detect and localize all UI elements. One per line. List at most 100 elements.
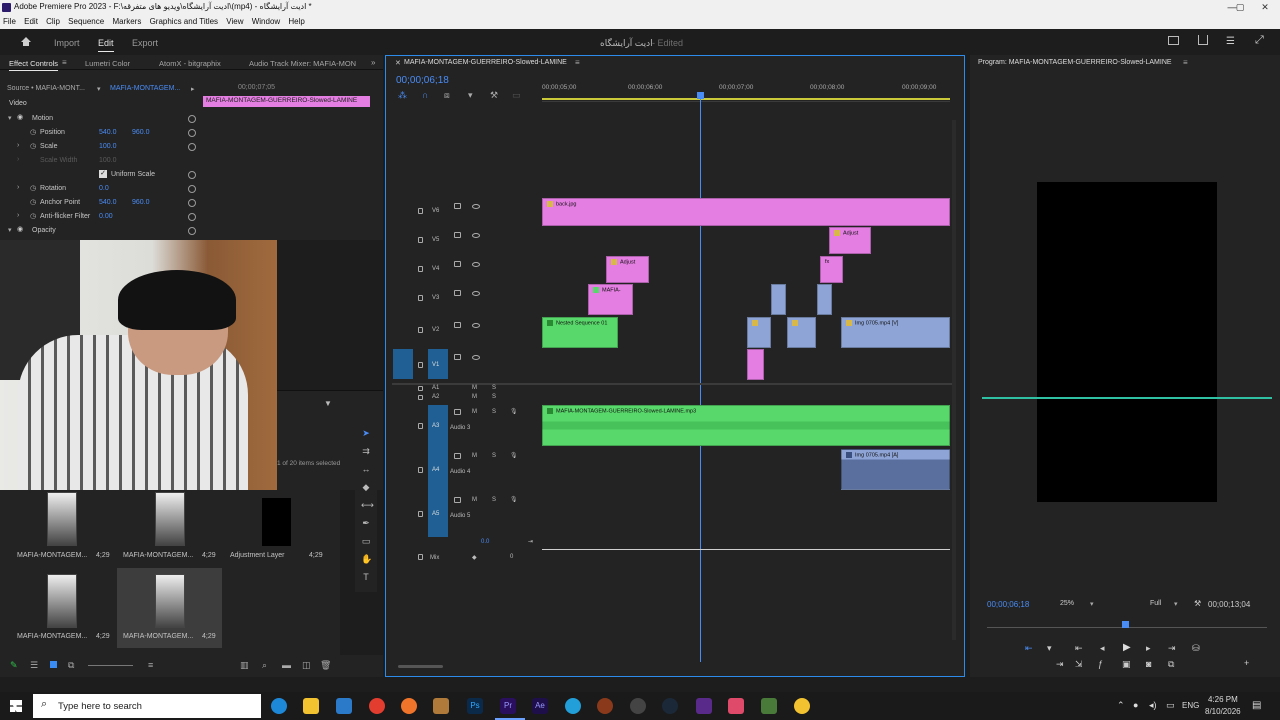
app-icon[interactable]: [794, 698, 810, 714]
hand-icon[interactable]: ✋: [361, 554, 372, 564]
icon-view-icon[interactable]: [50, 661, 57, 668]
lock-icon[interactable]: [418, 467, 423, 473]
tab-atomx[interactable]: AtomX - bitgraphix: [159, 59, 221, 68]
time-ruler[interactable]: 00;00;05;00 00;00;06;00 00;00;07;00 00;0…: [542, 84, 950, 102]
clip-img-0705-video[interactable]: Img 0705.mp4 [V]: [841, 317, 950, 348]
step-forward-icon[interactable]: ▸: [1146, 643, 1151, 654]
menu-markers[interactable]: Markers: [109, 15, 144, 26]
lock-icon[interactable]: [418, 423, 423, 429]
position-row[interactable]: ◷ Position 540.0 960.0: [0, 126, 200, 140]
home-icon[interactable]: [20, 36, 32, 47]
toggle-sync-lock-icon[interactable]: [454, 203, 461, 209]
rotation-row[interactable]: › ◷ Rotation 0.0: [0, 182, 200, 196]
after-effects-icon[interactable]: Ae: [532, 698, 548, 714]
solo-button[interactable]: S: [492, 409, 496, 415]
tab-export[interactable]: Export: [132, 38, 158, 48]
source-patch-v1[interactable]: [393, 349, 413, 379]
eye-icon[interactable]: [472, 262, 480, 267]
edge-icon[interactable]: [271, 698, 287, 714]
uniform-scale-checkbox[interactable]: ✓: [99, 170, 107, 178]
reset-icon[interactable]: [188, 199, 196, 207]
marker-icon[interactable]: ▾: [468, 90, 473, 101]
file-explorer-icon[interactable]: [303, 698, 319, 714]
tab-effect-controls[interactable]: Effect Controls: [9, 59, 59, 71]
lock-icon[interactable]: [418, 295, 423, 301]
type-tool-icon[interactable]: T: [361, 572, 371, 582]
clip-img-small[interactable]: [771, 284, 786, 315]
new-bin-icon[interactable]: ▬: [282, 660, 291, 670]
chevron-down-icon[interactable]: ▾: [97, 85, 101, 93]
steam-icon[interactable]: [662, 698, 678, 714]
stopwatch-icon[interactable]: ◷: [30, 128, 36, 136]
workspaces-menu-icon[interactable]: ☰: [1226, 36, 1235, 47]
playhead-handle[interactable]: [697, 92, 704, 99]
lock-icon[interactable]: [418, 237, 423, 243]
track-select-icon[interactable]: ⇉: [361, 446, 371, 456]
app-icon[interactable]: [630, 698, 646, 714]
ripple-edit-icon[interactable]: ↔: [361, 464, 371, 474]
menu-help[interactable]: Help: [285, 15, 307, 26]
menu-sequence[interactable]: Sequence: [65, 15, 107, 26]
clip-audio-main[interactable]: MAFIA-MONTAGEM-GUERREIRO-Slowed-LAMINE.m…: [542, 405, 950, 446]
stopwatch-icon[interactable]: ◷: [30, 212, 36, 220]
quick-export-icon[interactable]: [1168, 36, 1179, 45]
project-item-name[interactable]: Adjustment Layer: [230, 552, 284, 559]
app-icon[interactable]: [597, 698, 613, 714]
reset-icon[interactable]: [188, 143, 196, 151]
clip-pink-v1[interactable]: [747, 349, 764, 380]
motion-row[interactable]: ▾ ◉ Motion: [0, 112, 200, 126]
reset-icon[interactable]: [188, 115, 196, 123]
eye-icon[interactable]: [472, 355, 480, 360]
menu-file[interactable]: File: [0, 15, 19, 26]
program-video-frame[interactable]: [1037, 182, 1217, 502]
network-icon[interactable]: ▭: [1166, 700, 1175, 711]
toggle-sync-lock-icon[interactable]: [454, 497, 461, 503]
mute-button[interactable]: M: [472, 409, 477, 415]
freeform-view-icon[interactable]: ⧉: [68, 660, 74, 671]
close-icon[interactable]: ✕: [1250, 0, 1280, 15]
keyframe-icon[interactable]: ◆: [472, 554, 477, 561]
menu-window[interactable]: Window: [249, 15, 283, 26]
adjustment-layer-thumbnail[interactable]: [262, 498, 291, 546]
eye-icon[interactable]: ◉: [17, 113, 23, 121]
lock-icon[interactable]: [418, 511, 423, 517]
tray-icon[interactable]: ●: [1133, 700, 1138, 710]
mute-button[interactable]: M: [472, 394, 477, 400]
mute-button[interactable]: M: [472, 385, 477, 391]
clip-adjustment-layer[interactable]: Adjust: [829, 227, 871, 254]
solo-button[interactable]: S: [492, 394, 496, 400]
track-header-mix[interactable]: Mix ◆ 0: [392, 550, 540, 570]
snap-icon[interactable]: ⁂: [398, 90, 407, 101]
panel-overflow-icon[interactable]: »: [371, 58, 375, 67]
clip-thumbnail[interactable]: [155, 492, 185, 546]
reset-icon[interactable]: [188, 171, 196, 179]
app-icon[interactable]: [728, 698, 744, 714]
toggle-sync-lock-icon[interactable]: [454, 409, 461, 415]
insert-sequence-icon[interactable]: ⧈: [444, 90, 450, 101]
mic-icon[interactable]: 🎙: [510, 496, 518, 503]
step-back-icon[interactable]: ◂: [1100, 643, 1105, 654]
quality-select[interactable]: Full: [1150, 600, 1161, 607]
eye-icon[interactable]: [472, 291, 480, 296]
chevron-down-icon[interactable]: ▾: [1174, 600, 1178, 608]
tab-lumetri-color[interactable]: Lumetri Color: [85, 59, 130, 68]
menu-edit[interactable]: Edit: [21, 15, 41, 26]
track-header-a5[interactable]: A5 M S 🎙 Audio 5: [392, 493, 540, 537]
clip-img-0705-audio[interactable]: Img 0705.mp4 [A]: [841, 449, 950, 490]
timeline-vertical-scrollbar[interactable]: [952, 120, 956, 640]
reset-icon[interactable]: [188, 227, 196, 235]
mix-jump-icon[interactable]: ⇥: [528, 538, 533, 545]
clip-thumbnail[interactable]: [155, 574, 185, 628]
reset-icon[interactable]: [188, 129, 196, 137]
clip-nested-sequence[interactable]: Nested Sequence 01: [542, 317, 618, 348]
track-header-a3[interactable]: A3 M S 🎙 Audio 3: [392, 405, 540, 449]
reset-icon[interactable]: [188, 213, 196, 221]
track-header-v2[interactable]: V2: [392, 317, 540, 345]
track-header-v3[interactable]: V3: [392, 285, 540, 313]
stopwatch-icon[interactable]: ◷: [30, 142, 36, 150]
pencil-icon[interactable]: ✎: [10, 660, 18, 671]
lock-icon[interactable]: [418, 208, 423, 214]
windows-start-icon[interactable]: [10, 700, 22, 712]
project-item-name[interactable]: MAFIA-MONTAGEM...: [123, 633, 193, 640]
sequence-tab[interactable]: MAFIA-MONTAGEM-GUERREIRO-Slowed-LAMINE: [404, 59, 567, 66]
